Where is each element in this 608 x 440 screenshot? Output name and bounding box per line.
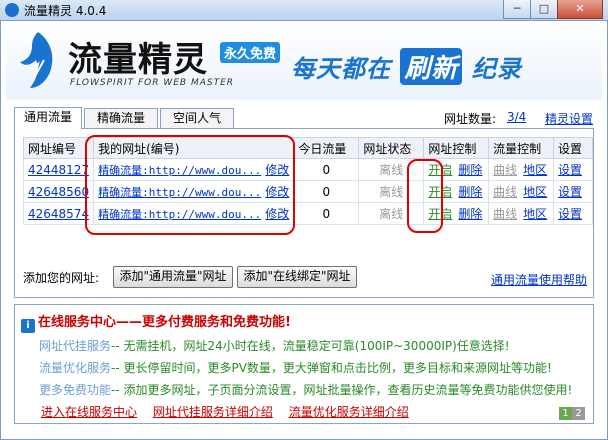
banner: 流量精灵 永久免费 FLOWSPIRIT FOR WEB MASTER 每天都在…: [6, 24, 602, 100]
table-header-row: 网址编号 我的网址(编号) 今日流量 网址状态 网址控制 流量控制 设置: [22, 137, 593, 159]
today-traffic-value: 0: [293, 202, 360, 225]
close-button[interactable]: ✕: [557, 0, 603, 19]
service-line: 流量优化服务-- 更长停留时间，更多PV数量，更大弹窗和点击比例，更多目标和来源…: [39, 359, 552, 376]
service-heading-text: 在线服务中心——更多付费服务和免费功能!: [38, 315, 291, 330]
page-2-button[interactable]: 2: [572, 407, 585, 420]
table-row: 42648574 精确流量:http://www.dou... 修改 0 离线 …: [22, 202, 593, 225]
slogan-part-a: 每天都在: [291, 55, 391, 83]
page-switcher: 12: [559, 405, 587, 420]
settings-link[interactable]: 设置: [553, 180, 593, 203]
url-id-link[interactable]: 42648560: [22, 180, 95, 203]
edit-link[interactable]: 修改: [265, 158, 295, 181]
delete-link[interactable]: 删除: [458, 202, 490, 225]
window-title: 流量精灵 4.0.4: [24, 4, 107, 18]
status-value: 离线: [358, 158, 425, 181]
url-id-link[interactable]: 42448127: [22, 158, 95, 181]
tab-space-popularity[interactable]: 空间人气: [160, 108, 234, 128]
optimization-service-details-link[interactable]: 流量优化服务详细介绍: [289, 405, 409, 419]
url-name-link[interactable]: 精确流量:http://www.dou...: [93, 180, 266, 203]
url-id-link[interactable]: 42648574: [22, 202, 95, 225]
today-traffic-value: 0: [293, 158, 360, 181]
service-name[interactable]: 更多免费功能: [39, 383, 111, 397]
col-my-url: 我的网址(编号): [93, 137, 295, 159]
title-bar: 流量精灵 4.0.4 ─ □ ✕: [0, 0, 608, 21]
service-center-panel: i 在线服务中心——更多付费服务和免费功能! 网址代挂服务-- 无需挂机，网址24…: [14, 304, 594, 424]
enter-service-center-link[interactable]: 进入在线服务中心: [41, 405, 137, 419]
add-url-label: 添加您的网址:: [23, 271, 100, 285]
open-link[interactable]: 开启: [423, 180, 459, 203]
add-general-url-button[interactable]: 添加"通用流量"网址: [113, 266, 233, 288]
slogan-part-b: 刷新: [400, 48, 463, 85]
url-table: 网址编号 我的网址(编号) 今日流量 网址状态 网址控制 流量控制 设置 424…: [22, 137, 593, 225]
tab-general-traffic[interactable]: 通用流量: [14, 107, 82, 129]
open-link[interactable]: 开启: [423, 158, 459, 181]
region-link[interactable]: 地区: [523, 202, 555, 225]
region-link[interactable]: 地区: [523, 180, 555, 203]
slogan: 每天都在 刷新 纪录: [291, 48, 522, 85]
service-heading: i 在线服务中心——更多付费服务和免费功能!: [21, 311, 291, 333]
service-desc: -- 无需挂机，网址24小时在线，流量稳定可靠(100IP~30000IP)任意…: [111, 339, 510, 353]
url-name-link[interactable]: 精确流量:http://www.dou...: [93, 202, 266, 225]
edit-link[interactable]: 修改: [265, 202, 295, 225]
status-value: 离线: [358, 202, 425, 225]
service-name[interactable]: 流量优化服务: [39, 361, 111, 375]
tab-precise-traffic[interactable]: 精确流量: [84, 108, 158, 128]
col-settings: 设置: [553, 137, 593, 159]
url-name-link[interactable]: 精确流量:http://www.dou...: [93, 158, 266, 181]
minimize-button[interactable]: ─: [503, 0, 531, 19]
col-url-status: 网址状态: [358, 137, 425, 159]
delete-link[interactable]: 删除: [458, 180, 490, 203]
hosting-service-details-link[interactable]: 网址代挂服务详细介绍: [153, 405, 273, 419]
service-desc: -- 更长停留时间，更多PV数量，更大弹窗和点击比例，更多目标和来源网址等功能!: [111, 361, 552, 375]
col-today-traffic: 今日流量: [293, 137, 360, 159]
add-url-row: 添加您的网址: 添加"通用流量"网址 添加"在线绑定"网址: [23, 266, 357, 288]
curve-link[interactable]: 曲线: [488, 180, 524, 203]
settings-link[interactable]: 设置: [553, 202, 593, 225]
delete-link[interactable]: 删除: [458, 158, 490, 181]
table-row: 42648560 精确流量:http://www.dou... 修改 0 离线 …: [22, 180, 593, 203]
page-1-button[interactable]: 1: [559, 407, 572, 420]
app-icon: [5, 3, 19, 17]
today-traffic-value: 0: [293, 180, 360, 203]
curve-link[interactable]: 曲线: [488, 202, 524, 225]
service-desc: -- 添加更多网址，子页面分流设置，网址批量操作，查看历史流量等免费功能供您使用…: [111, 383, 573, 397]
service-name[interactable]: 网址代挂服务: [39, 339, 111, 353]
url-count-label: 网址数量:: [444, 112, 497, 126]
col-traffic-control: 流量控制: [488, 137, 554, 159]
service-links: 进入在线服务中心 网址代挂服务详细介绍 流量优化服务详细介绍: [41, 403, 421, 420]
general-traffic-help-link[interactable]: 通用流量使用帮助: [491, 271, 587, 288]
slogan-part-c: 纪录: [471, 55, 522, 83]
maximize-button[interactable]: □: [530, 0, 558, 19]
info-icon: i: [21, 319, 35, 333]
add-online-url-button[interactable]: 添加"在线绑定"网址: [237, 266, 357, 288]
service-line: 网址代挂服务-- 无需挂机，网址24小时在线，流量稳定可靠(100IP~3000…: [39, 337, 510, 354]
open-link[interactable]: 开启: [423, 202, 459, 225]
url-count-value[interactable]: 3/4: [507, 110, 526, 124]
col-url-id: 网址编号: [22, 137, 95, 159]
service-line: 更多免费功能-- 添加更多网址，子页面分流设置，网址批量操作，查看历史流量等免费…: [39, 381, 572, 398]
col-url-control: 网址控制: [423, 137, 490, 159]
table-row: 42448127 精确流量:http://www.dou... 修改 0 离线 …: [22, 158, 593, 181]
bird-logo-icon: [20, 32, 53, 88]
status-value: 离线: [358, 180, 425, 203]
curve-link[interactable]: 曲线: [488, 158, 524, 181]
logo-subtitle: FLOWSPIRIT FOR WEB MASTER: [70, 78, 235, 88]
free-badge: 永久免费: [220, 42, 281, 63]
settings-link[interactable]: 设置: [553, 158, 593, 181]
logo-text: 流量精灵: [68, 40, 208, 80]
spirit-settings-link[interactable]: 精灵设置: [545, 110, 593, 127]
edit-link[interactable]: 修改: [265, 180, 295, 203]
region-link[interactable]: 地区: [523, 158, 555, 181]
url-panel: 网址编号 我的网址(编号) 今日流量 网址状态 网址控制 流量控制 设置 424…: [14, 128, 594, 298]
